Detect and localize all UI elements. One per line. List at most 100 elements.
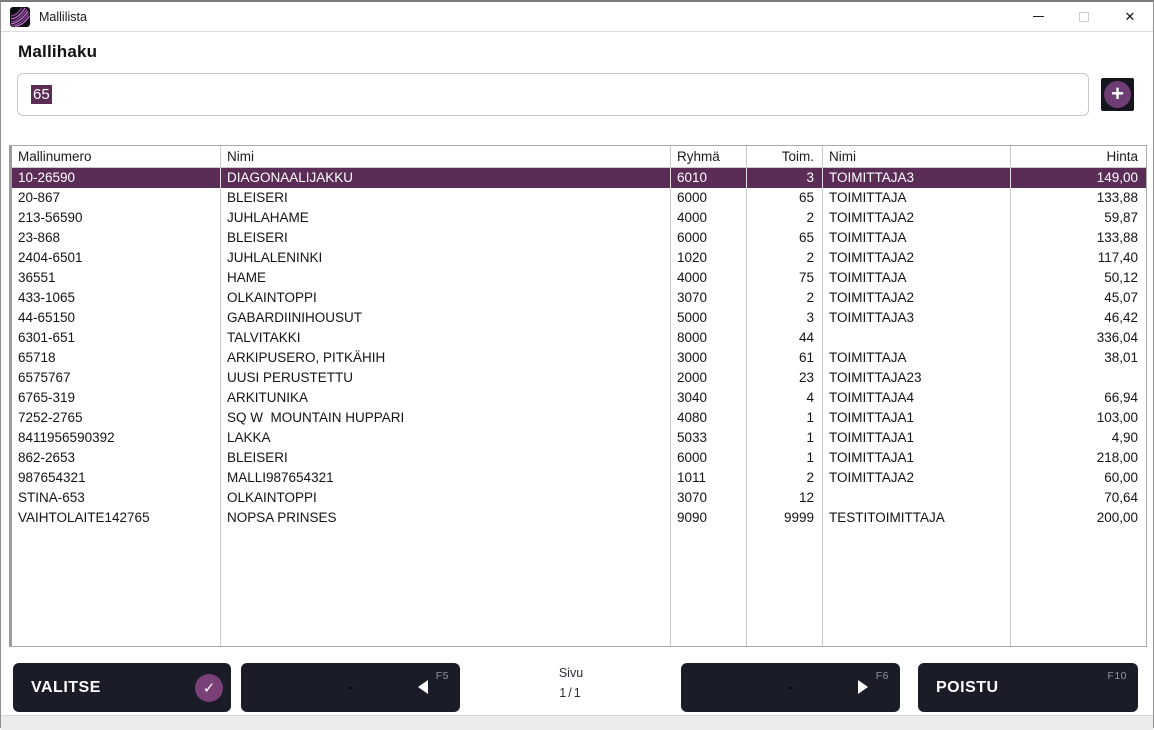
table-cell: 862-2653 [12, 448, 221, 468]
table-cell: 6000 [671, 228, 747, 248]
table-row[interactable]: 6575767UUSI PERUSTETTU200023TOIMITTAJA23 [12, 368, 1146, 388]
table-cell: VAIHTOLAITE142765 [12, 508, 221, 528]
close-button[interactable]: ✕ [1107, 2, 1153, 31]
table-cell: 65718 [12, 348, 221, 368]
table-cell: 336,04 [1011, 328, 1146, 348]
table-cell: 433-1065 [12, 288, 221, 308]
table-row[interactable]: 6301-651TALVITAKKI800044336,04 [12, 328, 1146, 348]
table-cell: TOIMITTAJA2 [823, 208, 1011, 228]
table-row[interactable]: 20-867BLEISERI600065TOIMITTAJA133,88 [12, 188, 1146, 208]
table-cell: 6000 [671, 448, 747, 468]
table-cell: OLKAINTOPPI [221, 488, 671, 508]
table-cell: 149,00 [1011, 168, 1146, 188]
table-cell [823, 328, 1011, 348]
search-input-selected-text: 65 [31, 85, 52, 104]
table-row[interactable]: 6765-319ARKITUNIKA30404TOIMITTAJA466,94 [12, 388, 1146, 408]
table-cell: 2 [747, 208, 823, 228]
table-row[interactable]: 8411956590392LAKKA50331TOIMITTAJA14,90 [12, 428, 1146, 448]
table-filler-cell [12, 528, 221, 646]
table-row[interactable]: 23-868BLEISERI600065TOIMITTAJA133,88 [12, 228, 1146, 248]
maximize-button[interactable] [1061, 2, 1107, 31]
table-filler-cell [823, 528, 1011, 646]
search-input[interactable]: 65 [17, 73, 1089, 116]
table-empty-area [12, 528, 1146, 646]
table-filler-cell [671, 528, 747, 646]
window-controls: ✕ [1015, 2, 1153, 31]
table-row[interactable]: 987654321MALLI98765432110112TOIMITTAJA26… [12, 468, 1146, 488]
exit-button[interactable]: POISTU F10 [918, 663, 1138, 712]
table-row[interactable]: 10-26590DIAGONAALIJAKKU60103TOIMITTAJA31… [12, 168, 1146, 188]
previous-page-button[interactable]: - F5 [241, 663, 460, 712]
table-row[interactable]: STINA-653OLKAINTOPPI30701270,64 [12, 488, 1146, 508]
select-button-label: VALITSE [31, 679, 101, 697]
table-cell: 6765-319 [12, 388, 221, 408]
table-cell: 133,88 [1011, 188, 1146, 208]
table-cell: TOIMITTAJA4 [823, 388, 1011, 408]
table-cell: SQ W MOUNTAIN HUPPARI [221, 408, 671, 428]
plus-icon: + [1104, 81, 1131, 108]
titlebar-separator [1, 31, 1153, 32]
table-cell: 4080 [671, 408, 747, 428]
table-cell: 59,87 [1011, 208, 1146, 228]
table-cell: 60,00 [1011, 468, 1146, 488]
table-cell: TOIMITTAJA2 [823, 248, 1011, 268]
table-cell: 2404-6501 [12, 248, 221, 268]
table-cell: JUHLAHAME [221, 208, 671, 228]
table-cell: TOIMITTAJA1 [823, 408, 1011, 428]
minimize-icon [1033, 16, 1044, 18]
column-header: Mallinumero [12, 146, 221, 167]
table-cell: LAKKA [221, 428, 671, 448]
f10-shortcut-label: F10 [1107, 670, 1127, 682]
table-cell: STINA-653 [12, 488, 221, 508]
table-cell: 6575767 [12, 368, 221, 388]
table-cell: 20-867 [12, 188, 221, 208]
add-button[interactable]: + [1101, 78, 1134, 111]
table-cell: BLEISERI [221, 228, 671, 248]
table-cell: 38,01 [1011, 348, 1146, 368]
table-filler-cell [221, 528, 671, 646]
table-cell: 1 [747, 408, 823, 428]
page-indicator-label: Sivu [461, 666, 681, 680]
table-cell: 4000 [671, 208, 747, 228]
table-row[interactable]: VAIHTOLAITE142765NOPSA PRINSES90909999TE… [12, 508, 1146, 528]
table-cell: 218,00 [1011, 448, 1146, 468]
table-cell: NOPSA PRINSES [221, 508, 671, 528]
table-row[interactable]: 862-2653BLEISERI60001TOIMITTAJA1218,00 [12, 448, 1146, 468]
results-table: MallinumeroNimiRyhmäToim.NimiHinta10-265… [9, 145, 1147, 647]
table-cell: ARKITUNIKA [221, 388, 671, 408]
table-cell: TOIMITTAJA3 [823, 168, 1011, 188]
f6-shortcut-label: F6 [876, 670, 889, 682]
table-cell: 8000 [671, 328, 747, 348]
table-cell: 36551 [12, 268, 221, 288]
table-row[interactable]: 36551HAME400075TOIMITTAJA50,12 [12, 268, 1146, 288]
table-cell: 46,42 [1011, 308, 1146, 328]
table-cell: 3070 [671, 488, 747, 508]
table-row[interactable]: 7252-2765SQ W MOUNTAIN HUPPARI40801TOIMI… [12, 408, 1146, 428]
triangle-right-icon [858, 680, 868, 694]
table-cell: TOIMITTAJA2 [823, 288, 1011, 308]
table-row[interactable]: 213-56590JUHLAHAME40002TOIMITTAJA259,87 [12, 208, 1146, 228]
table-cell: MALLI987654321 [221, 468, 671, 488]
table-cell: 2000 [671, 368, 747, 388]
table-cell: 3040 [671, 388, 747, 408]
minimize-button[interactable] [1015, 2, 1061, 31]
table-cell: 3 [747, 308, 823, 328]
table-cell: 6301-651 [12, 328, 221, 348]
table-header-row: MallinumeroNimiRyhmäToim.NimiHinta [12, 146, 1146, 168]
table-cell: 1011 [671, 468, 747, 488]
app-icon [10, 7, 30, 27]
table-cell: 5033 [671, 428, 747, 448]
table-cell: 3070 [671, 288, 747, 308]
table-row[interactable]: 44-65150GABARDIINIHOUSUT50003TOIMITTAJA3… [12, 308, 1146, 328]
table-cell: 66,94 [1011, 388, 1146, 408]
table-row[interactable]: 2404-6501JUHLALENINKI10202TOIMITTAJA2117… [12, 248, 1146, 268]
table-cell: 44-65150 [12, 308, 221, 328]
table-row[interactable]: 65718ARKIPUSERO, PITKÄHIH300061TOIMITTAJ… [12, 348, 1146, 368]
table-row[interactable]: 433-1065OLKAINTOPPI30702TOIMITTAJA245,07 [12, 288, 1146, 308]
table-cell: 23 [747, 368, 823, 388]
table-cell: 103,00 [1011, 408, 1146, 428]
select-button[interactable]: VALITSE ✓ [13, 663, 231, 712]
next-page-button[interactable]: - F6 [681, 663, 900, 712]
table-cell: 44 [747, 328, 823, 348]
table-cell: 9090 [671, 508, 747, 528]
